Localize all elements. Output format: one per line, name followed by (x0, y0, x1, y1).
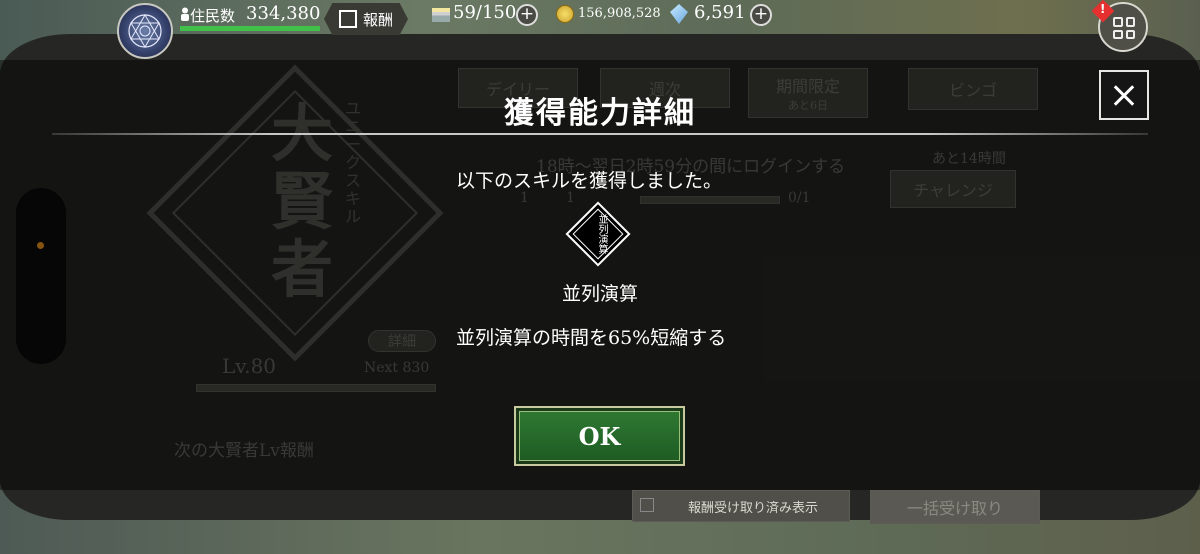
reward-button[interactable]: 報酬 (324, 3, 408, 35)
add-stamina-button[interactable]: + (516, 4, 538, 26)
person-icon (181, 7, 189, 21)
modal-title: 獲得能力詳細 (504, 96, 696, 131)
show-received-toggle[interactable]: 報酬受け取り済み表示 (632, 490, 850, 522)
close-button[interactable] (1099, 70, 1149, 120)
show-received-label: 報酬受け取り済み表示 (687, 500, 818, 516)
add-crystal-button[interactable]: + (750, 4, 772, 26)
player-avatar[interactable] (117, 3, 173, 59)
acquired-message: 以下のスキルを獲得しました。 (456, 170, 723, 192)
skill-icon-label: 並列演算 (596, 214, 607, 254)
show-received-checkbox[interactable] (640, 498, 654, 512)
alert-badge-mark: ! (1100, 2, 1106, 16)
bulk-receive-button[interactable]: 一括受け取り (870, 490, 1040, 524)
grid-menu-icon (1113, 17, 1135, 39)
population-progress-bar (180, 26, 320, 31)
crystal-value: 6,591 (694, 2, 746, 23)
crystal-icon (670, 4, 688, 24)
title-divider (52, 133, 1148, 135)
population-label: 住民数 (190, 7, 236, 25)
skill-description: 並列演算の時間を65%短縮する (456, 327, 727, 349)
stamina-icon (432, 8, 450, 22)
skill-name: 並列演算 (561, 283, 638, 305)
ok-button[interactable]: OK (514, 406, 685, 466)
coin-value: 156,908,528 (578, 6, 661, 21)
coin-icon (556, 5, 574, 23)
gift-box-icon (338, 10, 357, 28)
population-value: 334,380 (246, 3, 321, 24)
bulk-receive-label: 一括受け取り (906, 499, 1003, 518)
reward-button-label: 報酬 (362, 10, 393, 29)
ok-button-label: OK (578, 421, 621, 451)
magic-circle-icon (128, 14, 162, 48)
stamina-value: 59/150 (453, 2, 517, 23)
top-hud: 住民数 334,380 報酬 59/150 + 156,908,528 6,59… (0, 0, 1200, 59)
